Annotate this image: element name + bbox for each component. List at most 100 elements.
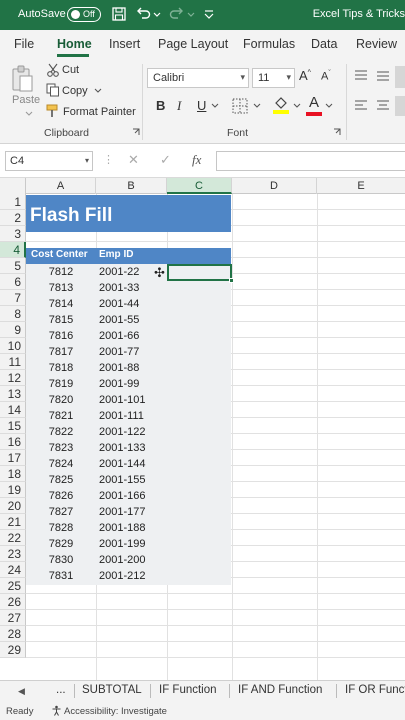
row-header[interactable]: 14 bbox=[0, 402, 26, 418]
copy-label[interactable]: Copy bbox=[62, 85, 88, 97]
align-middle-icon[interactable] bbox=[376, 70, 390, 82]
copy-dropdown-icon[interactable] bbox=[93, 87, 103, 95]
row-header[interactable]: 12 bbox=[0, 370, 26, 386]
row-header[interactable]: 7 bbox=[0, 290, 26, 306]
cell-cost-center[interactable]: 7817 bbox=[26, 344, 96, 360]
tab-page-layout[interactable]: Page Layout bbox=[158, 37, 228, 51]
cell-cost-center[interactable]: 7815 bbox=[26, 312, 96, 328]
undo-icon[interactable] bbox=[134, 5, 152, 23]
row-header[interactable]: 23 bbox=[0, 546, 26, 562]
paste-label[interactable]: Paste bbox=[12, 94, 40, 106]
cell-cost-center[interactable]: 7827 bbox=[26, 504, 96, 520]
italic-button[interactable]: I bbox=[177, 98, 181, 114]
tab-review[interactable]: Review bbox=[356, 37, 397, 51]
cell-emp-id[interactable]: 2001-44 bbox=[99, 296, 139, 312]
underline-button[interactable]: U bbox=[197, 98, 206, 113]
clipboard-launcher-icon[interactable] bbox=[132, 128, 140, 136]
cell-emp-id[interactable]: 2001-77 bbox=[99, 344, 139, 360]
tab-formulas[interactable]: Formulas bbox=[243, 37, 295, 51]
font-color-dropdown-icon[interactable] bbox=[324, 102, 334, 110]
cut-label[interactable]: Cut bbox=[62, 64, 79, 76]
name-box[interactable]: C4 ▾ bbox=[5, 151, 93, 171]
row-header[interactable]: 11 bbox=[0, 354, 26, 370]
align-top-icon[interactable] bbox=[354, 70, 368, 82]
increase-font-size-icon[interactable]: A^ bbox=[299, 68, 311, 83]
paste-icon[interactable] bbox=[10, 64, 34, 94]
redo-dropdown-icon[interactable] bbox=[186, 5, 196, 23]
font-size-select[interactable]: 11 ▾ bbox=[252, 68, 295, 88]
cell-cost-center[interactable]: 7814 bbox=[26, 296, 96, 312]
tab-data[interactable]: Data bbox=[311, 37, 337, 51]
insert-function-icon[interactable]: fx bbox=[192, 152, 201, 168]
cell-cost-center[interactable]: 7822 bbox=[26, 424, 96, 440]
font-launcher-icon[interactable] bbox=[333, 128, 341, 136]
cell-emp-id[interactable]: 2001-122 bbox=[99, 424, 146, 440]
row-header[interactable]: 24 bbox=[0, 562, 26, 578]
row-header[interactable]: 28 bbox=[0, 626, 26, 642]
fill-color-icon[interactable] bbox=[272, 95, 290, 115]
underline-dropdown-icon[interactable] bbox=[210, 102, 220, 110]
accessibility-icon[interactable] bbox=[51, 705, 62, 716]
fill-handle[interactable] bbox=[229, 278, 234, 283]
redo-icon[interactable] bbox=[168, 5, 186, 23]
cell-emp-id[interactable]: 2001-66 bbox=[99, 328, 139, 344]
row-header[interactable]: 19 bbox=[0, 482, 26, 498]
cell-emp-id[interactable]: 2001-33 bbox=[99, 280, 139, 296]
cell-cost-center[interactable]: 7812 bbox=[26, 264, 96, 280]
sheet-tab-if-function[interactable]: IF Function bbox=[159, 684, 217, 696]
tab-file[interactable]: File bbox=[14, 37, 34, 51]
cell-cost-center[interactable]: 7820 bbox=[26, 392, 96, 408]
decrease-font-size-icon[interactable]: Aˇ bbox=[321, 70, 331, 83]
row-header[interactable]: 5 bbox=[0, 258, 26, 274]
cell-emp-id[interactable]: 2001-144 bbox=[99, 456, 146, 472]
cell-emp-id[interactable]: 2001-188 bbox=[99, 520, 146, 536]
cell-cost-center[interactable]: 7824 bbox=[26, 456, 96, 472]
cell-cost-center[interactable]: 7831 bbox=[26, 568, 96, 584]
row-header[interactable]: 2 bbox=[0, 210, 26, 226]
worksheet-grid[interactable]: A B C D E 1 2 3 4 5 6 7 8 9 10 11 12 13 14 15 16 17 18 19 2… bbox=[0, 178, 405, 680]
save-icon[interactable] bbox=[110, 5, 128, 23]
row-header[interactable]: 29 bbox=[0, 642, 26, 658]
cell-cost-center[interactable]: 7829 bbox=[26, 536, 96, 552]
row-header[interactable]: 10 bbox=[0, 338, 26, 354]
align-right-icon[interactable] bbox=[395, 96, 405, 116]
borders-icon[interactable] bbox=[232, 98, 248, 114]
tab-insert[interactable]: Insert bbox=[109, 37, 140, 51]
cell-cost-center[interactable]: 7819 bbox=[26, 376, 96, 392]
cut-icon[interactable] bbox=[46, 63, 60, 77]
paste-dropdown-icon[interactable] bbox=[24, 110, 34, 118]
column-header-a[interactable]: A bbox=[26, 178, 96, 194]
sheet-tab-subtotal[interactable]: SUBTOTAL bbox=[82, 684, 142, 696]
sheet-tab-if-or-function[interactable]: IF OR Functi bbox=[345, 684, 405, 696]
autosave-toggle[interactable]: Off bbox=[67, 7, 101, 22]
row-header[interactable]: 16 bbox=[0, 434, 26, 450]
row-header[interactable]: 22 bbox=[0, 530, 26, 546]
cell-emp-id[interactable]: 2001-199 bbox=[99, 536, 146, 552]
cell-emp-id[interactable]: 2001-99 bbox=[99, 376, 139, 392]
sheet-tab-if-and-function[interactable]: IF AND Function bbox=[238, 684, 322, 696]
more-sheets-button[interactable]: ... bbox=[56, 684, 66, 696]
cell-emp-id[interactable]: 2001-88 bbox=[99, 360, 139, 376]
format-painter-icon[interactable] bbox=[46, 104, 60, 118]
cell-emp-id[interactable]: 2001-177 bbox=[99, 504, 146, 520]
cell-cost-center[interactable]: 7825 bbox=[26, 472, 96, 488]
cell-emp-id[interactable]: 2001-55 bbox=[99, 312, 139, 328]
row-header[interactable]: 17 bbox=[0, 450, 26, 466]
cancel-icon[interactable]: ✕ bbox=[128, 152, 139, 168]
column-header-d[interactable]: D bbox=[232, 178, 317, 194]
cell-cost-center[interactable]: 7818 bbox=[26, 360, 96, 376]
row-header[interactable]: 4 bbox=[0, 242, 26, 258]
copy-icon[interactable] bbox=[46, 83, 60, 97]
customize-toolbar-icon[interactable] bbox=[203, 5, 215, 23]
cell-emp-id[interactable]: 2001-22 bbox=[99, 264, 139, 280]
row-header[interactable]: 8 bbox=[0, 306, 26, 322]
row-header[interactable]: 18 bbox=[0, 466, 26, 482]
row-header[interactable]: 9 bbox=[0, 322, 26, 338]
row-header[interactable]: 13 bbox=[0, 386, 26, 402]
cell-emp-id[interactable]: 2001-133 bbox=[99, 440, 146, 456]
previous-sheet-icon[interactable]: ◀ bbox=[18, 686, 25, 697]
row-header[interactable]: 15 bbox=[0, 418, 26, 434]
bold-button[interactable]: B bbox=[156, 98, 165, 113]
row-header[interactable]: 3 bbox=[0, 226, 26, 242]
cell-emp-id[interactable]: 2001-166 bbox=[99, 488, 146, 504]
